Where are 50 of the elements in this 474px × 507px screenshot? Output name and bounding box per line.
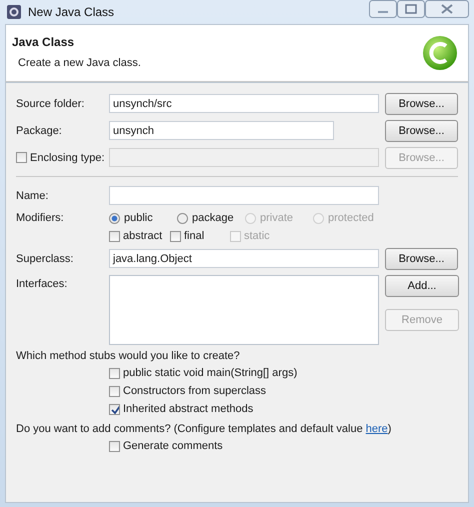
field-label: Name: xyxy=(16,190,48,202)
add-button[interactable]: Add... xyxy=(385,275,459,297)
restore-button[interactable] xyxy=(397,0,425,18)
input-field[interactable] xyxy=(109,186,379,205)
check-icon xyxy=(110,404,119,414)
checkbox[interactable] xyxy=(170,230,181,242)
page-title: Java Class xyxy=(12,35,76,49)
field-label: Interfaces: xyxy=(16,278,68,290)
checkbox-label: final xyxy=(184,230,204,242)
question-text: Which method stubs would you like to create? xyxy=(16,349,241,364)
checkbox[interactable] xyxy=(109,230,120,242)
checkbox-label: static xyxy=(244,230,270,242)
app-icon xyxy=(6,4,22,20)
checkbox[interactable] xyxy=(16,152,27,163)
browse-button: Browse... xyxy=(385,146,458,168)
browse-button[interactable]: Browse... xyxy=(385,92,458,114)
input-field[interactable]: unsynch/src xyxy=(109,94,379,113)
browse-button[interactable]: Browse... xyxy=(385,120,458,142)
field-label: Modifiers: xyxy=(16,212,64,224)
page-description: Create a new Java class. xyxy=(17,57,142,69)
checkbox[interactable] xyxy=(109,440,120,452)
remove-button: Remove xyxy=(385,309,459,331)
checkbox-label: Constructors from superclass xyxy=(123,385,266,397)
minimize-button[interactable] xyxy=(369,0,397,18)
templates-link[interactable]: here xyxy=(366,423,388,435)
radio-button[interactable] xyxy=(109,212,120,224)
window-title: New Java Class xyxy=(28,5,114,19)
checkbox[interactable] xyxy=(109,368,120,378)
checkbox-label: Generate comments xyxy=(123,440,223,452)
field-label: Superclass: xyxy=(16,252,74,264)
radio-label: protected xyxy=(328,212,374,224)
radio-label: public xyxy=(124,212,153,224)
checkbox-label: Enclosing type: xyxy=(30,152,105,164)
input-field[interactable]: unsynch xyxy=(109,121,334,140)
checkbox-label: public static void main(String[] args) xyxy=(123,367,298,379)
radio-label: private xyxy=(260,212,294,224)
field-label: Package: xyxy=(16,124,62,136)
radio-label: package xyxy=(192,212,234,224)
input-field[interactable]: java.lang.Object xyxy=(109,249,379,268)
interfaces-list[interactable] xyxy=(109,275,379,345)
radio-button[interactable] xyxy=(177,212,188,224)
checkbox[interactable] xyxy=(109,386,120,396)
checkbox-label: Inherited abstract methods xyxy=(123,403,254,415)
checkbox[interactable] xyxy=(109,404,120,414)
field-label: Source folder: xyxy=(16,98,84,110)
close-button[interactable] xyxy=(425,0,469,18)
class-icon xyxy=(422,35,458,71)
question-text: Do you want to add comments? (Configure templates and default value here) xyxy=(16,422,392,437)
browse-button[interactable]: Browse... xyxy=(385,248,458,270)
checkbox-label: abstract xyxy=(123,230,162,242)
